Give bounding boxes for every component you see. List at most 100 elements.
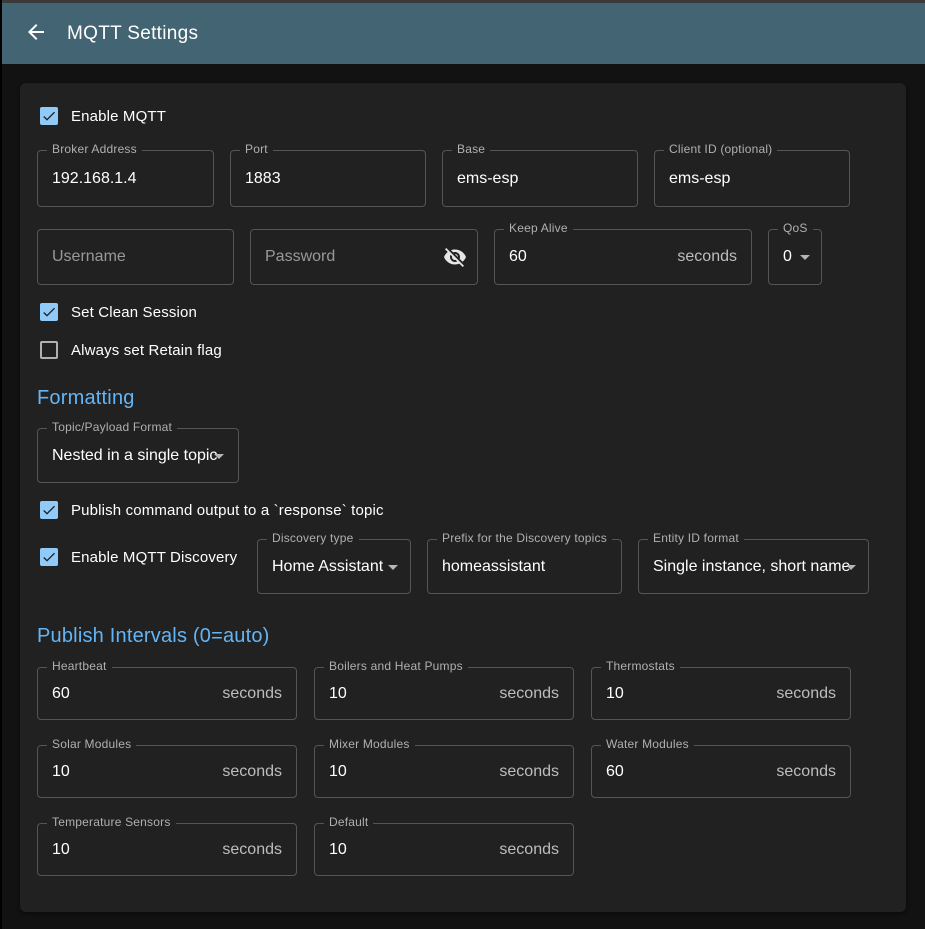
- base-label: Base: [452, 142, 490, 156]
- keep-alive-label: Keep Alive: [504, 221, 573, 235]
- enable-discovery-checkbox[interactable]: Enable MQTT Discovery: [20, 548, 241, 566]
- credentials-row: Username Password Keep Alive 60 seconds …: [20, 229, 906, 285]
- topic-format-label: Topic/Payload Format: [47, 420, 177, 434]
- window-left-edge: [0, 0, 2, 929]
- default-interval-value: 10: [329, 841, 347, 859]
- discovery-type-label: Discovery type: [267, 531, 359, 545]
- client-id-value: ems-esp: [669, 170, 730, 188]
- solar-modules-suffix: seconds: [222, 763, 282, 781]
- solar-modules-label: Solar Modules: [47, 737, 136, 751]
- water-modules-value: 60: [606, 763, 624, 781]
- mixer-modules-field[interactable]: Mixer Modules 10 seconds: [314, 745, 574, 798]
- discovery-prefix-value: homeassistant: [442, 558, 545, 576]
- keep-alive-value: 60: [509, 248, 527, 266]
- enable-mqtt-checkbox[interactable]: Enable MQTT: [20, 107, 906, 125]
- settings-card: Enable MQTT Broker Address 192.168.1.4 P…: [20, 83, 906, 912]
- thermostats-label: Thermostats: [601, 659, 680, 673]
- boilers-label: Boilers and Heat Pumps: [324, 659, 468, 673]
- qos-select[interactable]: QoS 0: [768, 229, 822, 285]
- arrow-left-icon: [24, 20, 48, 47]
- mixer-modules-value: 10: [329, 763, 347, 781]
- retain-flag-label: Always set Retain flag: [71, 342, 222, 359]
- checkbox-checked-icon: [40, 501, 58, 519]
- topic-format-row: Topic/Payload Format Nested in a single …: [20, 428, 906, 483]
- discovery-prefix-field[interactable]: Prefix for the Discovery topics homeassi…: [427, 539, 622, 594]
- client-id-field[interactable]: Client ID (optional) ems-esp: [654, 150, 850, 207]
- keep-alive-field[interactable]: Keep Alive 60 seconds: [494, 229, 752, 285]
- triangle-down-icon: [381, 555, 405, 584]
- retain-flag-checkbox[interactable]: Always set Retain flag: [20, 341, 906, 359]
- port-value: 1883: [245, 170, 281, 188]
- boilers-value: 10: [329, 685, 347, 703]
- temperature-sensors-suffix: seconds: [222, 841, 282, 859]
- discovery-prefix-label: Prefix for the Discovery topics: [437, 531, 612, 545]
- password-field[interactable]: Password: [250, 229, 478, 285]
- thermostats-suffix: seconds: [776, 685, 836, 703]
- checkbox-checked-icon: [40, 303, 58, 321]
- triangle-down-icon: [839, 555, 863, 584]
- boilers-suffix: seconds: [499, 685, 559, 703]
- username-placeholder: Username: [52, 248, 126, 266]
- keep-alive-suffix: seconds: [677, 248, 737, 266]
- enable-discovery-label: Enable MQTT Discovery: [71, 549, 237, 566]
- broker-address-value: 192.168.1.4: [52, 170, 137, 188]
- publish-response-label: Publish command output to a `response` t…: [71, 502, 384, 519]
- discovery-type-value: Home Assistant: [272, 558, 383, 576]
- page-title: MQTT Settings: [67, 23, 198, 45]
- clean-session-label: Set Clean Session: [71, 304, 197, 321]
- password-placeholder: Password: [265, 248, 335, 266]
- mixer-modules-suffix: seconds: [499, 763, 559, 781]
- checkbox-checked-icon: [40, 548, 58, 566]
- qos-label: QoS: [778, 221, 813, 235]
- intervals-grid: Heartbeat 60 seconds Boilers and Heat Pu…: [20, 667, 906, 876]
- water-modules-label: Water Modules: [601, 737, 694, 751]
- port-field[interactable]: Port 1883: [230, 150, 426, 207]
- eye-off-icon[interactable]: [443, 245, 467, 274]
- default-interval-field[interactable]: Default 10 seconds: [314, 823, 574, 876]
- publish-response-checkbox[interactable]: Publish command output to a `response` t…: [20, 501, 906, 519]
- topic-format-value: Nested in a single topic: [52, 447, 217, 465]
- entity-id-format-select[interactable]: Entity ID format Single instance, short …: [638, 539, 869, 594]
- heartbeat-suffix: seconds: [222, 685, 282, 703]
- publish-intervals-heading: Publish Intervals (0=auto): [37, 625, 906, 648]
- broker-address-label: Broker Address: [47, 142, 142, 156]
- base-value: ems-esp: [457, 170, 518, 188]
- temperature-sensors-field[interactable]: Temperature Sensors 10 seconds: [37, 823, 297, 876]
- mixer-modules-label: Mixer Modules: [324, 737, 415, 751]
- water-modules-field[interactable]: Water Modules 60 seconds: [591, 745, 851, 798]
- solar-modules-field[interactable]: Solar Modules 10 seconds: [37, 745, 297, 798]
- formatting-heading: Formatting: [37, 387, 906, 410]
- app-bar: MQTT Settings: [0, 3, 925, 64]
- entity-id-format-value: Single instance, short name: [653, 558, 850, 576]
- default-interval-label: Default: [324, 815, 373, 829]
- temperature-sensors-label: Temperature Sensors: [47, 815, 176, 829]
- discovery-row: Enable MQTT Discovery Discovery type Hom…: [20, 539, 906, 594]
- temperature-sensors-value: 10: [52, 841, 70, 859]
- boilers-field[interactable]: Boilers and Heat Pumps 10 seconds: [314, 667, 574, 720]
- base-field[interactable]: Base ems-esp: [442, 150, 638, 207]
- default-interval-suffix: seconds: [499, 841, 559, 859]
- heartbeat-label: Heartbeat: [47, 659, 112, 673]
- broker-row: Broker Address 192.168.1.4 Port 1883 Bas…: [20, 150, 906, 207]
- solar-modules-value: 10: [52, 763, 70, 781]
- topic-format-select[interactable]: Topic/Payload Format Nested in a single …: [37, 428, 239, 483]
- client-id-label: Client ID (optional): [664, 142, 777, 156]
- triangle-down-icon: [793, 245, 817, 274]
- heartbeat-field[interactable]: Heartbeat 60 seconds: [37, 667, 297, 720]
- triangle-down-icon: [207, 444, 231, 473]
- qos-value: 0: [783, 248, 792, 266]
- clean-session-checkbox[interactable]: Set Clean Session: [20, 303, 906, 321]
- thermostats-value: 10: [606, 685, 624, 703]
- thermostats-field[interactable]: Thermostats 10 seconds: [591, 667, 851, 720]
- checkbox-checked-icon: [40, 107, 58, 125]
- water-modules-suffix: seconds: [776, 763, 836, 781]
- heartbeat-value: 60: [52, 685, 70, 703]
- back-button[interactable]: [24, 22, 48, 46]
- port-label: Port: [240, 142, 273, 156]
- enable-mqtt-label: Enable MQTT: [71, 108, 166, 125]
- checkbox-unchecked-icon: [40, 341, 58, 359]
- discovery-type-select[interactable]: Discovery type Home Assistant: [257, 539, 411, 594]
- username-field[interactable]: Username: [37, 229, 234, 285]
- entity-id-format-label: Entity ID format: [648, 531, 744, 545]
- broker-address-field[interactable]: Broker Address 192.168.1.4: [37, 150, 214, 207]
